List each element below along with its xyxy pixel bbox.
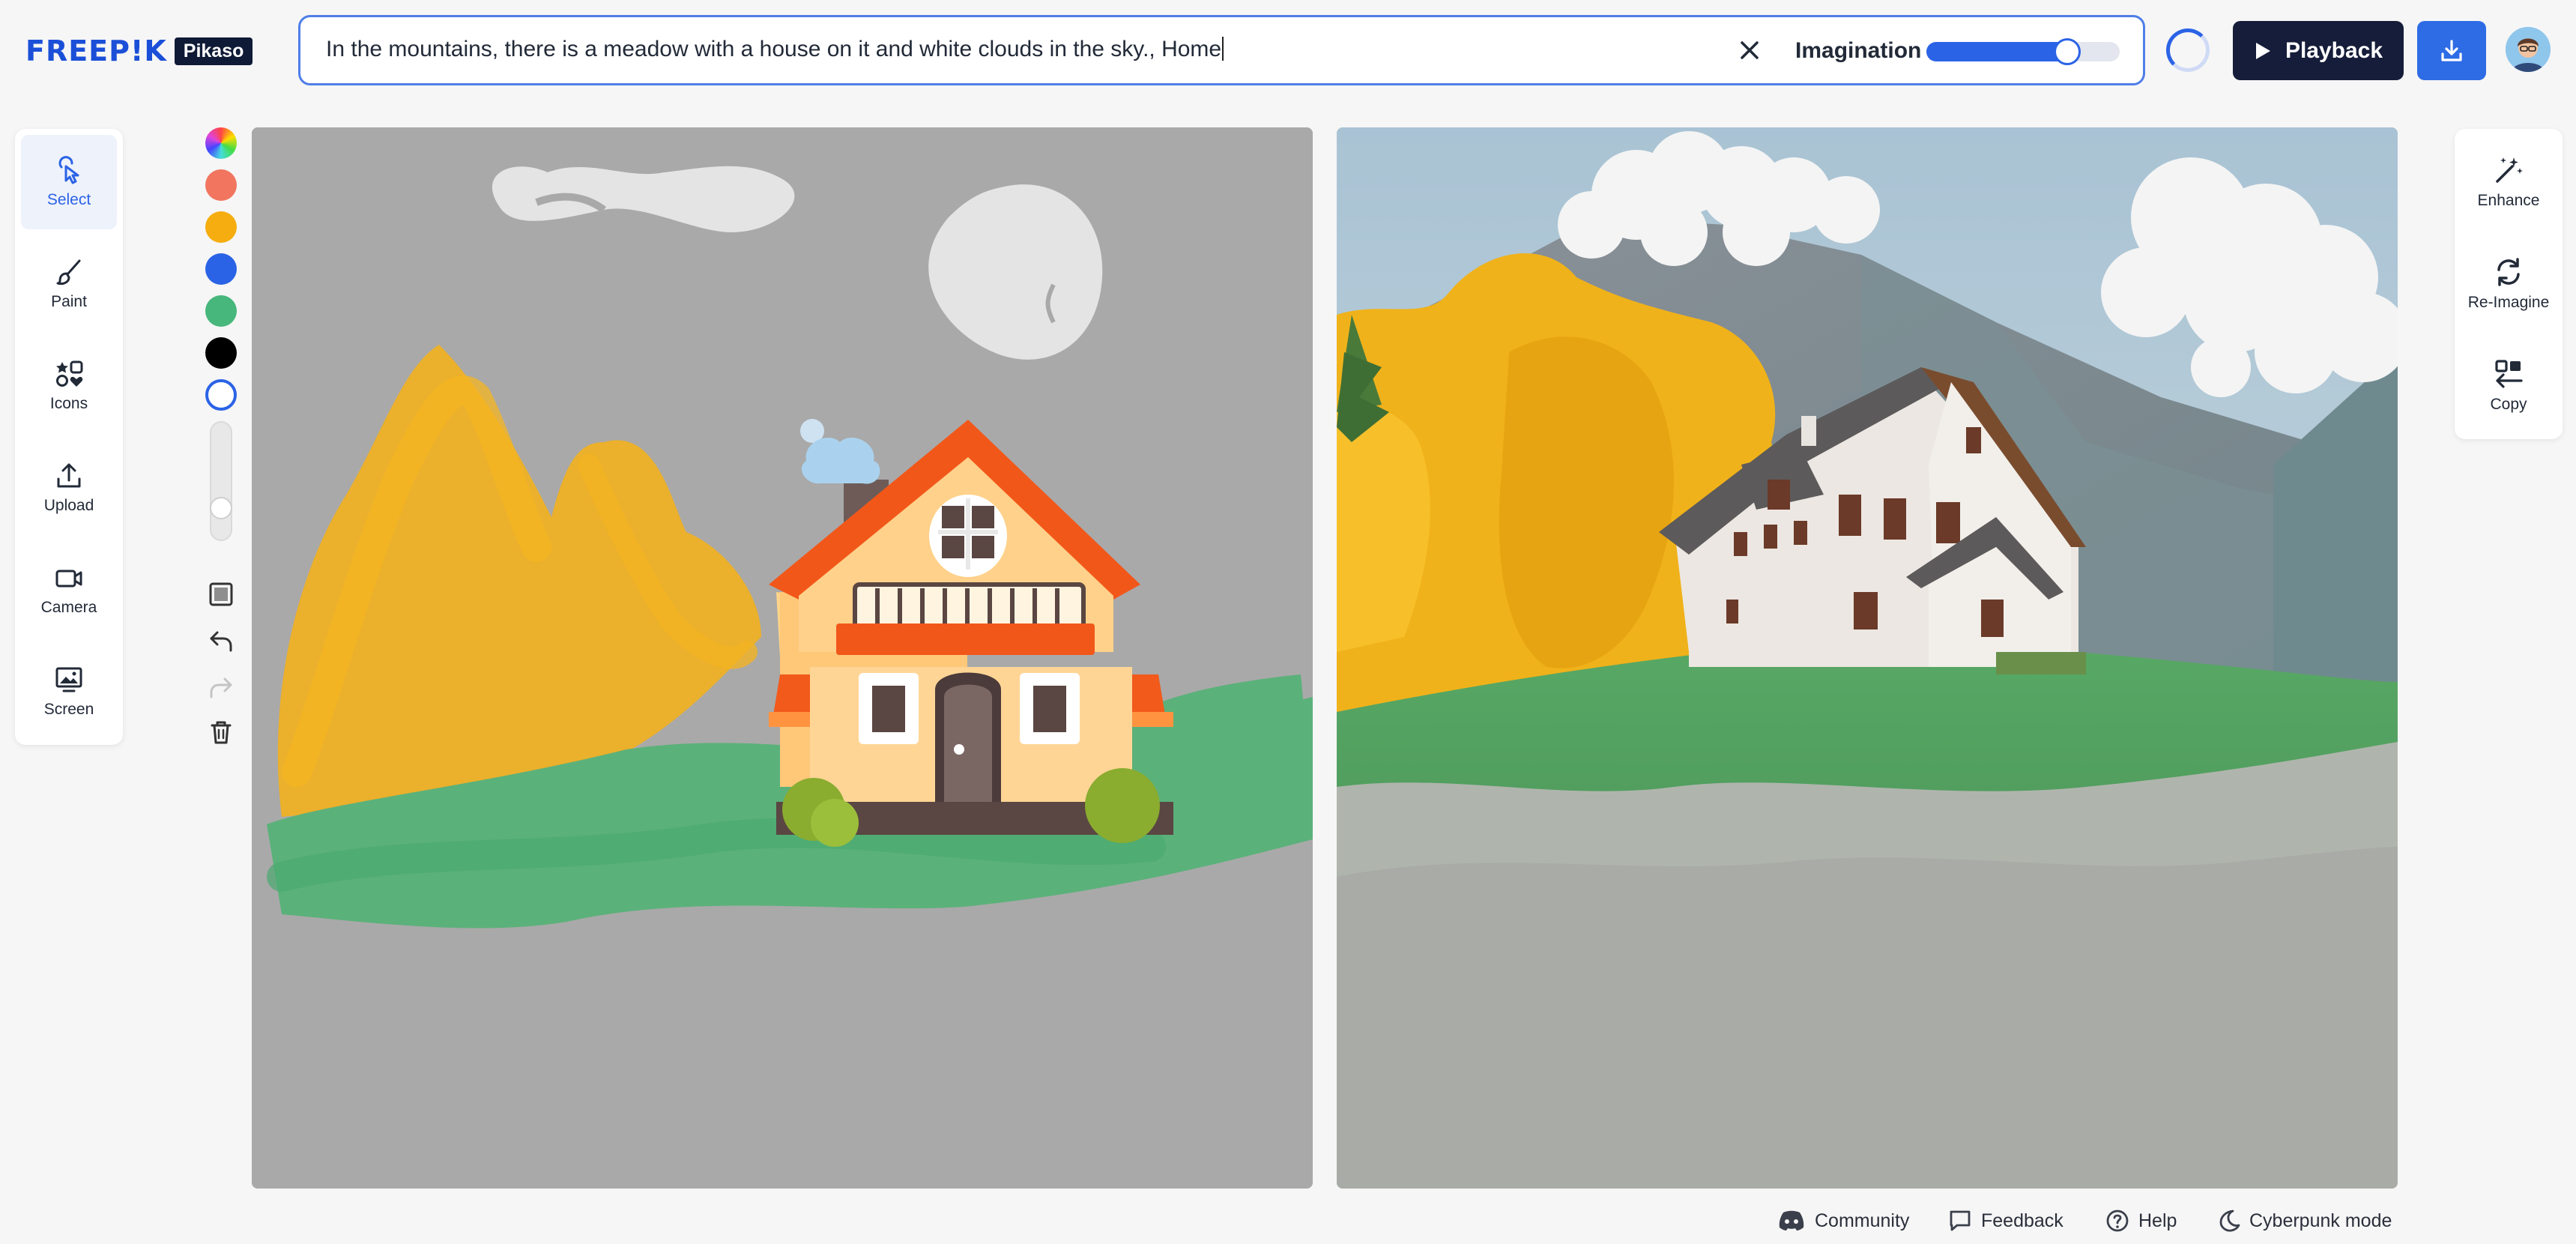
download-icon [2441,39,2462,61]
top-bar: FREEP!K Pikaso In the mountains, there i… [0,0,2576,102]
tool-screen[interactable]: Screen [21,644,117,739]
discord-icon [1779,1210,1804,1231]
reimagine-label: Re-Imagine [2467,294,2550,311]
redo-button[interactable] [204,670,238,704]
play-icon [2255,42,2270,59]
brush-icon [56,259,81,286]
copy-button[interactable]: Copy [2461,339,2557,433]
tool-select[interactable]: Select [21,135,117,229]
prompt-input[interactable]: In the mountains, there is a meadow with… [298,15,2145,85]
tool-camera[interactable]: Camera [21,543,117,637]
square-fill-icon [209,582,233,606]
enhance-label: Enhance [2477,192,2540,209]
sketch-layer [252,127,1313,1189]
avatar-image [2506,27,2551,72]
close-icon [1741,41,1759,59]
clear-prompt-button[interactable] [1732,32,1768,68]
logo-wordmark: FREEP!K [25,34,167,67]
drawing-canvas[interactable] [252,127,1313,1189]
download-button[interactable] [2417,21,2486,80]
tool-label: Screen [43,701,94,718]
redo-icon [210,677,232,698]
cursor-click-icon [58,156,79,184]
delete-button[interactable] [204,715,238,749]
playback-label: Playback [2285,37,2383,63]
imagination-label: Imagination [1795,38,1922,63]
community-label: Community [1815,1210,1910,1231]
tool-label: Upload [43,497,94,514]
feedback-label: Feedback [1981,1210,2063,1231]
footer: Community Feedback Help Cyberpunk mode [1768,1204,2563,1238]
trash-icon [211,721,232,744]
color-swatch-blue[interactable] [205,253,237,285]
tool-label: Camera [40,599,97,616]
imagination-slider-knob[interactable] [2054,38,2081,65]
reimagine-button[interactable]: Re-Imagine [2461,237,2557,331]
color-swatch-red[interactable] [205,169,237,201]
magic-wand-icon [2496,157,2523,183]
feedback-link[interactable]: Feedback [1948,1204,2063,1238]
brush-size-slider[interactable] [210,421,232,541]
playback-button[interactable]: Playback [2233,21,2404,80]
help-link[interactable]: Help [2105,1204,2177,1238]
help-label: Help [2138,1210,2177,1231]
right-toolbar: Enhance Re-Imagine Copy [2455,129,2563,439]
pikaso-badge: Pikaso [174,37,253,65]
tool-upload[interactable]: Upload [21,441,117,535]
cyberpunk-label: Cyberpunk mode [2249,1210,2392,1231]
tool-paint[interactable]: Paint [21,237,117,331]
tool-icons[interactable]: Icons [21,339,117,433]
color-swatch-yellow[interactable] [205,211,237,243]
community-link[interactable]: Community [1777,1204,1909,1238]
undo-button[interactable] [204,623,238,658]
moon-icon [2219,1210,2240,1232]
undo-icon [210,631,232,652]
chat-bubble-icon [1950,1210,1971,1231]
brush-size-knob[interactable] [210,497,232,519]
refresh-icon [2497,258,2520,286]
color-swatch-green[interactable] [205,295,237,327]
left-toolbar: Select Paint Icons Upload Camera Screen [15,129,123,745]
help-icon [2106,1210,2129,1232]
fill-background-button[interactable] [204,577,238,612]
upload-icon [57,463,81,488]
cyberpunk-mode-toggle[interactable]: Cyberpunk mode [2218,1204,2392,1238]
imagination-slider[interactable] [1926,38,2120,65]
color-swatch-white-selected[interactable] [205,379,237,411]
copy-icon [2495,360,2523,388]
user-avatar[interactable] [2506,27,2551,72]
generated-image [1337,127,2398,1189]
screen-icon [55,667,82,692]
freepik-logo[interactable]: FREEP!K Pikaso [25,34,253,67]
copy-label: Copy [2490,396,2527,413]
tool-label: Select [46,191,91,208]
color-swatch-black[interactable] [205,337,237,369]
tool-label: Icons [49,395,88,412]
prompt-text[interactable]: In the mountains, there is a meadow with… [326,37,1224,62]
enhance-button[interactable]: Enhance [2461,135,2557,229]
color-wheel-swatch[interactable] [205,127,237,159]
shapes-icon [56,360,83,387]
camera-icon [55,570,82,588]
imagination-slider-fill [1926,42,2068,61]
loading-spinner [2166,28,2210,72]
generated-image-canvas[interactable] [1337,127,2398,1189]
tool-label: Paint [51,293,87,310]
